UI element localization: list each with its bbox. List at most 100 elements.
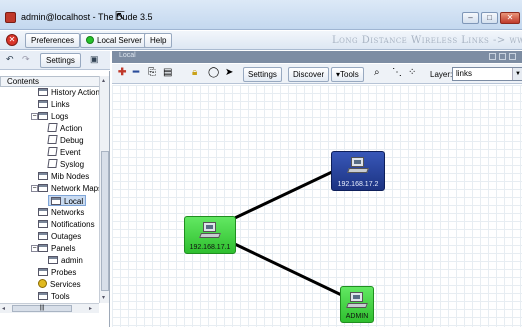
- arrange-icon[interactable]: ⁘: [408, 68, 416, 78]
- link-node1-node2[interactable]: [219, 170, 333, 227]
- tree-item-panels[interactable]: Panels: [38, 243, 75, 254]
- map-tab-header: Local: [112, 51, 522, 63]
- lasso-icon[interactable]: ◯: [208, 68, 219, 78]
- tree-horizontal-scroll-thumb[interactable]: |||: [12, 305, 72, 312]
- preferences-button[interactable]: Preferences: [25, 33, 81, 48]
- tree-item-mib-nodes[interactable]: Mib Nodes: [38, 171, 89, 182]
- tree-item-label: Probes: [51, 268, 77, 277]
- discover-button[interactable]: Discover: [288, 67, 330, 82]
- tree-item-network-maps[interactable]: Network Maps: [38, 183, 102, 194]
- disconnect-icon[interactable]: ✕: [6, 34, 18, 46]
- device-node-admin[interactable]: ADMIN: [340, 286, 374, 323]
- table-icon: [38, 184, 48, 192]
- forward-icon[interactable]: ↷: [22, 54, 30, 65]
- tree-item-action[interactable]: Action: [47, 123, 83, 134]
- table-icon: [38, 112, 48, 120]
- window-title: admin@localhost - The Dude 3.5: [21, 12, 153, 22]
- log-icon: [47, 135, 58, 144]
- back-icon[interactable]: ↶: [6, 54, 14, 65]
- pointer-icon[interactable]: ➤: [225, 68, 233, 78]
- layer-select[interactable]: links ▼: [452, 67, 522, 81]
- tree-item-probes[interactable]: Probes: [38, 267, 76, 278]
- tree-item-label: Local: [64, 197, 84, 206]
- device-label: ADMIN: [345, 313, 369, 320]
- paste-icon[interactable]: ▤: [163, 68, 172, 78]
- map-settings-button[interactable]: Settings: [243, 67, 282, 82]
- split-icon[interactable]: [499, 53, 506, 60]
- tree-item-label: Action: [60, 124, 83, 133]
- tree-item-networks[interactable]: Networks: [38, 207, 84, 218]
- device-label: 192.168.17.1: [189, 244, 231, 251]
- link-node1-admin[interactable]: [219, 235, 353, 302]
- close-button[interactable]: ✕: [500, 12, 520, 24]
- local-server-label: Local Server: [97, 36, 142, 45]
- map-links: [219, 170, 353, 302]
- layer-select-value: links: [456, 69, 473, 78]
- tree-item-links[interactable]: Links: [38, 99, 70, 110]
- tree-item-label: Syslog: [60, 160, 85, 169]
- screen-icon[interactable]: ▣: [90, 54, 99, 65]
- maximize-button[interactable]: □: [481, 12, 498, 24]
- table-icon: [38, 220, 48, 228]
- copy-icon[interactable]: ⎘: [148, 68, 156, 78]
- computer-icon: [347, 157, 369, 174]
- table-icon: [38, 208, 48, 216]
- connect-icon[interactable]: ⋱: [392, 68, 402, 78]
- remove-icon[interactable]: ━: [133, 68, 139, 78]
- scroll-up-icon[interactable]: ▴: [102, 77, 105, 84]
- tree-item-label: Networks: [51, 208, 85, 217]
- tree-item-notifications[interactable]: Notifications: [38, 219, 95, 230]
- computer-icon: [346, 292, 368, 309]
- find-icon[interactable]: ⌕: [374, 68, 380, 78]
- tree-item-admin[interactable]: admin: [48, 255, 83, 266]
- title-bar: admin@localhost - The Dude 3.5 ⇱ – □ ✕: [0, 0, 522, 30]
- app-icon: [5, 12, 16, 23]
- tree-item-label: Outages: [51, 232, 82, 241]
- tree-item-logs[interactable]: Logs: [38, 111, 68, 122]
- tools-dropdown[interactable]: ▾Tools: [331, 67, 364, 82]
- tree-item-debug[interactable]: Debug: [47, 135, 84, 146]
- minimize-button[interactable]: –: [462, 12, 479, 24]
- scroll-right-icon[interactable]: ▸: [89, 305, 92, 312]
- tree-item-label: Links: [51, 100, 70, 109]
- tree-item-tools[interactable]: Tools: [38, 291, 70, 302]
- add-icon[interactable]: ✚: [118, 68, 126, 78]
- tree-item-syslog[interactable]: Syslog: [47, 159, 85, 170]
- log-icon: [47, 147, 58, 156]
- device-node-192-168-17-1[interactable]: 192.168.17.1: [184, 216, 236, 254]
- tree-item-event[interactable]: Event: [47, 147, 80, 158]
- local-server-button[interactable]: Local Server: [80, 33, 148, 48]
- tree-item-outages[interactable]: Outages: [38, 231, 81, 242]
- table-icon: [38, 244, 48, 252]
- lock-icon[interactable]: 🔒︎: [192, 68, 197, 78]
- tree-item-label: admin: [61, 256, 83, 265]
- panels-expander[interactable]: −: [31, 245, 38, 252]
- chevron-down-icon: ▼: [512, 68, 522, 80]
- tree-horizontal-scrollbar[interactable]: ◂ ||| ▸: [0, 303, 99, 313]
- device-node-192-168-17-2[interactable]: 192.168.17.2: [331, 151, 385, 191]
- scroll-left-icon[interactable]: ◂: [2, 305, 5, 312]
- help-button[interactable]: Help: [144, 33, 173, 48]
- gear-icon: [38, 279, 47, 288]
- tree-item-services[interactable]: Services: [38, 279, 81, 290]
- tree-header: Contents: [0, 76, 100, 87]
- tree-vertical-scrollbar[interactable]: ▴ ▾: [99, 76, 109, 303]
- tree-item-history-actions[interactable]: History Actions: [38, 87, 104, 98]
- network-map-canvas[interactable]: 192.168.17.1 192.168.17.2 ADMIN: [112, 85, 522, 327]
- network-maps-expander[interactable]: −: [31, 185, 38, 192]
- mouse-cursor-icon: ⇱: [115, 9, 126, 23]
- tree-vertical-scroll-thumb[interactable]: [101, 151, 109, 291]
- logs-expander[interactable]: −: [31, 113, 38, 120]
- map-tab-label: Local: [119, 52, 136, 59]
- menu-bar: ✕ Preferences Local Server Help Long Dis…: [0, 31, 522, 50]
- scroll-down-icon[interactable]: ▾: [102, 294, 105, 301]
- tree-item-local[interactable]: Local: [48, 195, 87, 206]
- map-icon: [51, 197, 61, 205]
- settings-button[interactable]: Settings: [40, 53, 81, 68]
- window-icon[interactable]: [509, 53, 516, 60]
- tree-item-label: Notifications: [51, 220, 95, 229]
- tree-item-label: Logs: [51, 112, 69, 121]
- tile-icon[interactable]: [489, 53, 496, 60]
- tree-item-label: Services: [50, 280, 81, 289]
- banner-text[interactable]: Long Distance Wireless Links -> www: [332, 35, 522, 46]
